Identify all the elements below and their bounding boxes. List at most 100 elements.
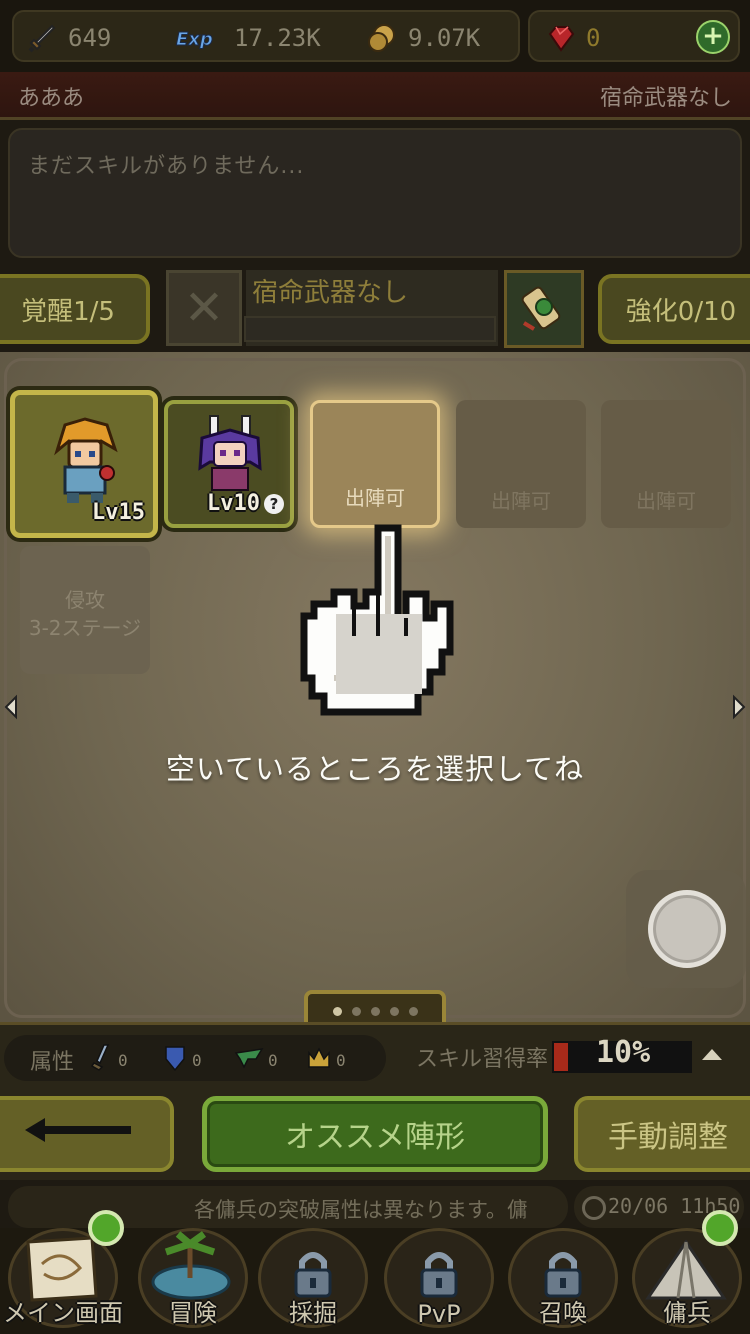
ruby-gem-icon <box>542 20 578 56</box>
gem-value: 0 <box>586 24 601 52</box>
notification-dot <box>702 1210 738 1246</box>
ticker-text: 各傭兵の突破属性は異なります。傭 <box>194 1198 528 1222</box>
nav-main-screen[interactable]: メイン画面 <box>0 1210 126 1334</box>
nav-adventure[interactable]: 冒険 <box>130 1228 256 1334</box>
page-dot <box>332 1006 342 1016</box>
page-next-arrow[interactable] <box>730 694 748 720</box>
lock-icon <box>416 1248 462 1304</box>
fate-weapon-status: 宿命武器なし <box>599 86 732 111</box>
slot-available-label: 出陣可 <box>491 489 551 513</box>
attribute-wing: 0 <box>234 1043 278 1077</box>
weapon-progress-bar <box>244 316 496 342</box>
attribute-summary: 属性 0 0 0 0 <box>4 1035 386 1081</box>
awaken-button[interactable]: 覚醒1/5 <box>0 274 150 344</box>
recommended-formation-button[interactable]: オススメ陣形 <box>202 1096 548 1172</box>
skill-rate-value: 10% <box>596 1035 651 1070</box>
nav-label: PvP <box>417 1300 461 1328</box>
party-slot-empty[interactable]: 出陣可 <box>601 400 731 528</box>
hero-name: あああ <box>18 86 85 111</box>
nav-summon[interactable]: 召喚 <box>500 1228 626 1334</box>
page-dot <box>408 1006 418 1016</box>
scroll-icon <box>516 279 572 339</box>
resource-bar: 649 Exp 17.23K 9.07K 0 + <box>0 0 750 72</box>
skill-rate-label: スキル習得率 <box>416 1047 549 1072</box>
nav-label: メイン画面 <box>3 1299 123 1327</box>
back-button[interactable] <box>0 1096 174 1172</box>
nav-mining[interactable]: 採掘 <box>250 1228 376 1334</box>
exp-icon: Exp <box>174 20 226 56</box>
sword-attribute-icon <box>88 1043 114 1077</box>
page-dot <box>389 1006 399 1016</box>
enhance-button[interactable]: 強化0/10 <box>598 274 750 344</box>
crown-icon <box>306 1043 332 1077</box>
skill-panel: まだスキルがありません... <box>8 128 742 258</box>
attribute-sword: 0 <box>88 1043 128 1077</box>
hero-name-bar: あああ 宿命武器なし <box>0 72 750 120</box>
nav-mercenary[interactable]: 傭兵 <box>624 1210 750 1334</box>
manual-adjust-button[interactable]: 手動調整 <box>574 1096 750 1172</box>
nav-label: 採掘 <box>289 1299 337 1327</box>
weapon-scroll-button[interactable] <box>504 270 584 348</box>
tutorial-pointer-hand-icon <box>294 512 460 726</box>
tutorial-hint: 空いているところを選択してね <box>165 752 585 786</box>
recommended-formation-label: オススメ陣形 <box>285 1120 465 1155</box>
party-slot-empty-highlighted[interactable]: 出陣可 <box>310 400 440 528</box>
action-bar: オススメ陣形 手動調整 <box>0 1088 750 1180</box>
hero-portrait <box>186 412 274 500</box>
exp-amount: Exp 17.23K <box>174 18 321 58</box>
resource-group: 649 Exp 17.23K 9.07K <box>12 10 520 62</box>
gold-amount: 9.07K <box>364 18 480 58</box>
gem-group: 0 + <box>528 10 740 62</box>
nav-label: 傭兵 <box>663 1299 711 1327</box>
stats-bar: 属性 0 0 0 0 スキル習得率 10% <box>0 1022 750 1088</box>
party-slot-locked-stage[interactable]: 侵攻 3-2ステージ <box>20 546 150 674</box>
wing-icon <box>234 1043 264 1077</box>
unlock-condition-line-2: 3-2ステージ <box>28 616 142 640</box>
back-arrow-icon <box>23 1114 135 1154</box>
shield-icon <box>162 1043 188 1077</box>
nav-label: 冒険 <box>169 1299 217 1327</box>
attack-value: 649 <box>68 24 112 52</box>
attack-power: 649 <box>24 18 111 58</box>
weapon-slot[interactable]: ✕ <box>166 270 242 346</box>
attribute-crown: 0 <box>306 1043 346 1077</box>
page-prev-arrow[interactable] <box>2 694 20 720</box>
gold-coins-icon <box>364 20 400 56</box>
slot-available-label: 出陣可 <box>345 486 405 510</box>
close-icon: ✕ <box>183 280 225 336</box>
slot-available-label: 出陣可 <box>636 489 696 513</box>
nav-label: 召喚 <box>539 1299 587 1327</box>
gem-amount: 0 <box>542 18 600 58</box>
clock-icon <box>582 1196 606 1220</box>
party-slot-hero-2[interactable]: Lv10 ? <box>164 400 294 528</box>
no-skills-text: まだスキルがありません... <box>28 154 305 179</box>
gold-value: 9.07K <box>408 24 481 52</box>
attribute-label: 属性 <box>30 1050 75 1075</box>
party-slot-hero-1[interactable]: Lv15 <box>10 390 158 538</box>
nav-pvp[interactable]: PvP <box>376 1228 502 1334</box>
plus-icon: + <box>702 21 724 51</box>
page-dot <box>351 1006 361 1016</box>
awaken-label: 覚醒1/5 <box>21 296 115 327</box>
floating-assist-button[interactable] <box>626 870 746 988</box>
help-icon[interactable]: ? <box>264 494 284 514</box>
assist-knob <box>648 890 726 968</box>
svg-text:Exp: Exp <box>176 29 213 50</box>
enhance-label: 強化0/10 <box>625 296 737 327</box>
page-dot <box>370 1006 380 1016</box>
expand-caret-icon[interactable] <box>702 1049 722 1060</box>
weapon-name: 宿命武器なし <box>252 278 409 308</box>
hero-level: Lv15 <box>92 500 145 525</box>
shield-attribute-value: 0 <box>192 1050 202 1070</box>
hero-portrait <box>37 411 133 511</box>
notification-dot <box>88 1210 124 1246</box>
skill-rate-fill <box>554 1043 568 1071</box>
manual-adjust-label: 手動調整 <box>608 1120 728 1155</box>
add-gems-button[interactable]: + <box>696 20 730 54</box>
sword-attribute-value: 0 <box>118 1050 128 1070</box>
attribute-shield: 0 <box>162 1043 202 1077</box>
wing-attribute-value: 0 <box>268 1050 278 1070</box>
bottom-nav: メイン画面 冒険 採掘 PvP 召喚 傭兵 <box>0 1210 750 1334</box>
party-slot-empty[interactable]: 出陣可 <box>456 400 586 528</box>
weapon-row: 覚醒1/5 ✕ 宿命武器なし 強化0/10 <box>0 268 750 350</box>
